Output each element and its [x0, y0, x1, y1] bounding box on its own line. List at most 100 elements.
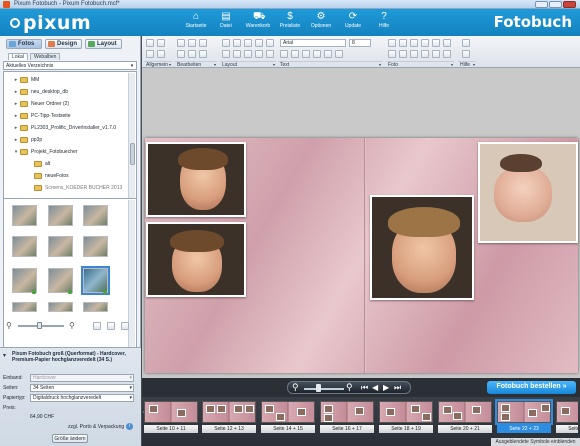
book-spread[interactable] — [145, 138, 578, 373]
font-select[interactable]: Arial — [280, 39, 346, 47]
directory-select[interactable]: Aktuelles Verzeichnis ▾ — [3, 61, 137, 70]
underline-icon[interactable] — [302, 50, 310, 58]
bring-front-icon[interactable] — [244, 39, 252, 47]
fit-photo-icon[interactable] — [410, 50, 418, 58]
delete-icon[interactable] — [233, 39, 241, 47]
assistant-icon[interactable] — [462, 50, 470, 58]
rotate-icon[interactable] — [255, 50, 263, 58]
menu-hilfe[interactable]: ? Hilfe — [369, 11, 399, 34]
background-icon[interactable] — [222, 50, 230, 58]
contrast-icon[interactable] — [421, 39, 429, 47]
order-photobook-button[interactable]: Fotobuch bestellen » — [487, 381, 576, 394]
help-icon[interactable] — [462, 39, 470, 47]
send-back-icon[interactable] — [255, 39, 263, 47]
photo-frame[interactable] — [146, 142, 246, 217]
menu-warenkorb[interactable]: ⛟ Warenkorb — [243, 11, 273, 34]
tree-item[interactable]: Screens_KOEDER BUCHER 2013 — [26, 182, 122, 194]
zoom-out-icon[interactable]: ⚲ — [292, 382, 299, 393]
brightness-icon[interactable] — [410, 39, 418, 47]
photo-thumbnail[interactable] — [83, 236, 108, 257]
menu-startseite[interactable]: ⌂ Startseite — [181, 11, 211, 34]
next-page-icon[interactable]: ▶ — [383, 383, 389, 392]
spread-thumbnail[interactable]: Seite 24 + 25 — [556, 401, 578, 433]
paste-icon[interactable] — [199, 50, 207, 58]
zoom-out-icon[interactable]: ⚲ — [6, 321, 12, 330]
zoom-in-icon[interactable]: ⚲ — [346, 382, 353, 393]
photo-thumbnail[interactable] — [12, 205, 37, 226]
mirror-icon[interactable] — [266, 50, 274, 58]
last-page-icon[interactable]: ⏭ — [394, 383, 401, 393]
photo-effects-icon[interactable] — [399, 39, 407, 47]
tab-layout[interactable]: Layout — [85, 39, 122, 49]
save-icon[interactable] — [157, 39, 165, 47]
first-page-icon[interactable]: ⏮ — [361, 383, 368, 393]
minimize-button[interactable] — [535, 1, 548, 8]
photo-frame[interactable] — [146, 222, 246, 297]
papiertyp-select[interactable]: Digitaldruck hochglanzveredelt ▾ — [30, 394, 134, 402]
photo-thumbnail[interactable] — [48, 236, 73, 257]
slider-handle[interactable] — [316, 384, 321, 392]
subtab-webalben[interactable]: Webalben — [30, 53, 61, 60]
rotate-photo-icon[interactable] — [399, 50, 407, 58]
view-list-icon[interactable] — [93, 322, 101, 330]
bold-icon[interactable] — [280, 50, 288, 58]
scrollbar-thumb[interactable] — [130, 143, 135, 165]
tab-design[interactable]: Design — [45, 39, 82, 49]
menu-datei[interactable]: ▤ Datei — [211, 11, 241, 34]
photo-thumbnail[interactable] — [12, 302, 37, 312]
menu-update[interactable]: ⟳ Update — [338, 11, 368, 34]
undo-icon[interactable] — [146, 50, 154, 58]
seiten-select[interactable]: 34 Seiten ▾ — [30, 384, 134, 392]
shipping-link[interactable]: zzgl. Porto & Verpackung — [68, 424, 124, 430]
spread-thumbnail[interactable]: Seite 16 + 17 — [320, 401, 374, 433]
photo-thumbnail[interactable] — [48, 302, 73, 312]
tree-item[interactable]: ▸ pp3p — [12, 134, 42, 146]
photo-frame[interactable] — [370, 195, 474, 300]
copy-icon[interactable] — [188, 50, 196, 58]
photo-thumbnail[interactable] — [12, 236, 37, 257]
collapse-icon[interactable]: ▾ — [3, 352, 6, 359]
font-size-select[interactable]: 8 — [349, 39, 371, 47]
subtab-lokal[interactable]: Lokal — [8, 53, 28, 60]
cut-icon[interactable] — [177, 50, 185, 58]
tree-item[interactable]: ▾ Projekt_Fotobuecher — [12, 146, 77, 158]
tree-item[interactable]: ▸ PL2303_Prolific_DriverInstaller_v1.7.0 — [12, 122, 116, 134]
transparency-icon[interactable] — [443, 50, 451, 58]
canvas-zoom-slider[interactable] — [304, 388, 344, 390]
photo-thumbnail[interactable] — [83, 205, 108, 226]
align-right-icon[interactable] — [335, 50, 343, 58]
menu-optionen[interactable]: ⚙ Optionen — [306, 11, 336, 34]
photo-thumbnail[interactable] — [48, 205, 73, 226]
align-center-icon[interactable] — [324, 50, 332, 58]
change-size-button[interactable]: Größe ändern — [52, 434, 88, 443]
tree-item[interactable]: ▸ MM — [12, 74, 39, 86]
photo-frame-icon[interactable] — [421, 50, 429, 58]
view-grid-icon[interactable] — [107, 322, 115, 330]
slider-handle[interactable] — [37, 322, 42, 329]
mask-icon[interactable] — [432, 50, 440, 58]
spread-thumbnail[interactable]: Seite 18 + 19 — [379, 401, 433, 433]
spread-thumbnail[interactable]: Seite 10 + 11 — [144, 401, 198, 433]
tree-item[interactable]: ▸ PC-Tipp-Testseite — [12, 110, 71, 122]
info-icon[interactable]: i — [126, 423, 133, 430]
new-photo-frame-icon[interactable] — [177, 39, 185, 47]
close-button[interactable] — [563, 1, 576, 8]
spread-thumbnail-current[interactable]: Seite 22 + 23 — [495, 399, 553, 433]
tree-item[interactable]: alt — [26, 158, 50, 170]
border-icon[interactable] — [244, 50, 252, 58]
zoom-in-icon[interactable]: ⚲ — [69, 321, 75, 330]
einband-select[interactable]: Hardcover ▾ — [30, 374, 134, 382]
align-left-icon[interactable] — [313, 50, 321, 58]
tree-item[interactable]: ▸ Neuer Ordner (2) — [12, 98, 69, 110]
italic-icon[interactable] — [291, 50, 299, 58]
clipart-icon[interactable] — [199, 39, 207, 47]
spread-thumbnail[interactable]: Seite 12 + 13 — [202, 401, 256, 433]
new-text-icon[interactable] — [188, 39, 196, 47]
red-eye-icon[interactable] — [443, 39, 451, 47]
maximize-button[interactable] — [549, 1, 562, 8]
print-icon[interactable] — [146, 39, 154, 47]
redo-icon[interactable] — [157, 50, 165, 58]
view-large-icon[interactable] — [121, 322, 129, 330]
photo-thumbnail[interactable] — [83, 302, 108, 312]
spread-thumbnail[interactable]: Seite 20 + 21 — [438, 401, 492, 433]
